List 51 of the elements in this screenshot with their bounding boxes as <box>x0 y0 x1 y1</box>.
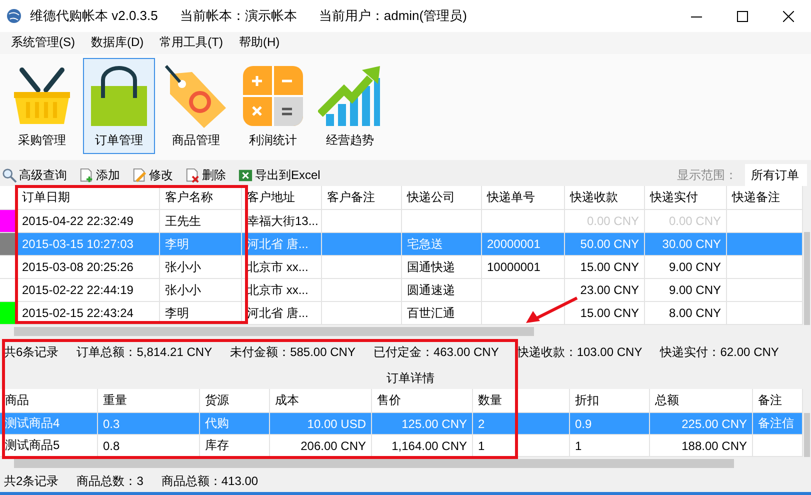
table-row[interactable]: 2015-02-15 22:43:24 李明 河北省 唐... 百世汇通 15.00 CNY 8.00 CNY <box>0 302 803 326</box>
search-icon <box>2 168 17 183</box>
maximize-icon <box>736 10 748 22</box>
menu-item[interactable]: 系统管理(S) <box>4 34 84 52</box>
table-row[interactable]: 2015-02-22 22:44:19 张小小 北京市 xx... 圆通速递 23.00 CNY 9.00 CNY <box>0 279 803 302</box>
toolbar-button[interactable]: 删除 <box>183 166 228 184</box>
module-button[interactable]: 商品管理 <box>160 58 232 154</box>
range-select[interactable]: 所有订单 <box>745 164 807 187</box>
current-user: 当前用户：admin(管理员) <box>318 7 467 25</box>
add-document-icon <box>79 168 94 183</box>
price-tag-icon <box>164 64 228 128</box>
module-button[interactable]: 利润统计 <box>237 58 309 154</box>
toolbar-button[interactable]: 导出到Excel <box>236 166 322 184</box>
spreadsheet-icon <box>238 168 253 183</box>
window-title: 维德代购帐本 v2.0.3.5 <box>30 7 158 25</box>
status-text: 共2条记录 <box>4 472 59 490</box>
toolbar-button[interactable]: 高级查询 <box>0 166 69 184</box>
close-icon <box>782 10 794 22</box>
status-text: 商品总额：413.00 <box>161 472 258 490</box>
toolbar-button[interactable]: 修改 <box>130 166 175 184</box>
module-button[interactable]: 订单管理 <box>83 58 155 154</box>
summary-text: 快递实付：62.00 CNY <box>660 344 779 362</box>
summary-text: 已付定金：463.00 CNY <box>373 344 499 362</box>
trend-chart-icon <box>318 64 382 128</box>
status-text: 商品总数：3 <box>76 472 144 490</box>
menu-item[interactable]: 帮助(H) <box>232 34 289 52</box>
app-globe-icon <box>6 8 22 24</box>
menu-item[interactable]: 常用工具(T) <box>152 34 232 52</box>
summary-text: 未付金额：585.00 CNY <box>230 344 356 362</box>
table-cell: 1,164.00 CNY <box>372 435 473 458</box>
summary-text: 订单总额：5,814.21 CNY <box>76 344 212 362</box>
module-button[interactable]: 采购管理 <box>6 58 78 154</box>
current-account: 当前帐本：演示帐本 <box>180 7 297 25</box>
table-cell: 0.8 <box>98 435 200 458</box>
scrollbar[interactable] <box>803 186 811 326</box>
table-cell: 库存 <box>200 435 270 458</box>
delete-document-icon <box>185 168 200 183</box>
menu-item[interactable]: 数据库(D) <box>84 34 153 52</box>
pointer-arrow <box>525 296 579 324</box>
table-cell: 206.00 CNY <box>270 435 372 458</box>
module-button[interactable]: 经营趋势 <box>314 58 386 154</box>
calculator-icon <box>241 64 305 128</box>
table-row[interactable]: 测试商品5 0.8 库存 206.00 CNY 1,164.00 CNY 1 1 188.00 CNY <box>0 435 803 458</box>
scrollbar[interactable] <box>803 389 811 458</box>
pencil-icon <box>132 168 147 183</box>
section-title: 订单详情 <box>386 370 434 388</box>
range-label: 显示范围： <box>677 166 737 184</box>
summary-text: 共6条记录 <box>4 344 59 362</box>
table-cell: 测试商品5 <box>0 435 98 458</box>
toolbar-button[interactable]: 添加 <box>77 166 122 184</box>
table-row[interactable]: 2015-03-08 20:25:26 张小小 北京市 xx... 国通快递 10000001 15.00 CNY 9.00 CNY <box>0 256 803 280</box>
